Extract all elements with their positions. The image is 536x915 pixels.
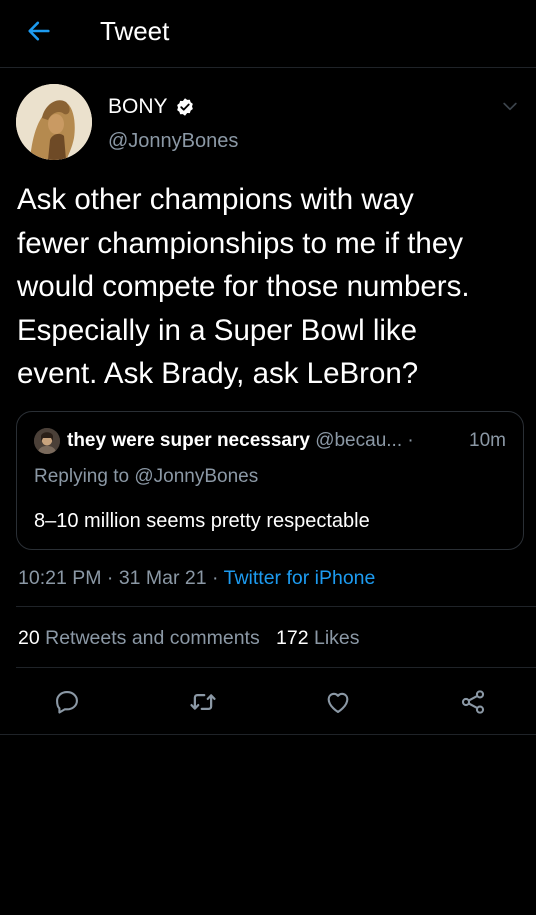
quote-avatar-image: [34, 428, 60, 454]
tweet-author: BONY @JonnyBones: [16, 84, 520, 164]
tweet-text: Ask other champions with way fewer champ…: [17, 183, 470, 390]
retweet-button[interactable]: [187, 686, 219, 718]
quote-separator: ·: [407, 430, 414, 451]
heart-icon: [327, 692, 349, 713]
verified-badge-icon: [176, 98, 193, 116]
reply-icon: [56, 691, 78, 714]
meta-separator: ·: [106, 567, 114, 589]
reply-to-handle: @JonnyBones: [134, 466, 259, 487]
retweets-count: 20: [18, 627, 40, 649]
meta-separator: ·: [212, 567, 219, 589]
tweet-time: 10:21 PM: [18, 567, 102, 589]
display-name[interactable]: BONY: [108, 94, 195, 120]
chevron-down-icon[interactable]: [500, 96, 520, 116]
quote-author-handle: @becau...: [315, 430, 403, 451]
likes-count: 172: [276, 627, 309, 649]
quote-text: 8–10 million seems pretty respectable: [34, 510, 370, 532]
quote-avatar: [34, 428, 60, 454]
avatar[interactable]: [16, 84, 92, 160]
quoted-tweet[interactable]: they were super necessary @becau... · 10…: [16, 411, 524, 550]
tweet-source-link[interactable]: Twitter for iPhone: [224, 567, 376, 589]
tweet-stats: 20 Retweets and comments 172 Likes: [18, 625, 360, 651]
quote-author-name: they were super necessary: [67, 430, 310, 451]
reply-prefix: Replying to: [34, 466, 135, 487]
quote-timestamp: 10m: [469, 430, 506, 451]
page-title: Tweet: [100, 16, 170, 46]
tweet-meta: 10:21 PM · 31 Mar 21 · Twitter for iPhon…: [18, 565, 375, 591]
divider: [16, 606, 536, 607]
likes-label: Likes: [313, 627, 360, 649]
divider: [16, 667, 536, 668]
likes-stat[interactable]: 172 Likes: [276, 627, 360, 649]
top-bar: Tweet: [0, 0, 536, 68]
share-icon: [461, 690, 485, 714]
like-button[interactable]: [322, 686, 354, 718]
quote-header: they were super necessary @becau... ·: [67, 428, 513, 454]
author-name: BONY: [108, 95, 168, 118]
divider: [0, 734, 536, 735]
author-handle[interactable]: @JonnyBones: [108, 128, 238, 154]
avatar-image: [16, 84, 92, 160]
action-bar: [0, 672, 536, 734]
retweets-stat[interactable]: 20 Retweets and comments: [18, 627, 260, 649]
retweets-label: Retweets and comments: [45, 627, 260, 649]
retweet-icon: [190, 694, 216, 710]
reply-button[interactable]: [51, 686, 83, 718]
back-button[interactable]: [22, 14, 56, 48]
tweet-date: 31 Mar 21: [118, 567, 207, 589]
reply-context: Replying to @JonnyBones: [34, 464, 258, 490]
arrow-left-icon: [28, 21, 50, 41]
share-button[interactable]: [457, 686, 489, 718]
